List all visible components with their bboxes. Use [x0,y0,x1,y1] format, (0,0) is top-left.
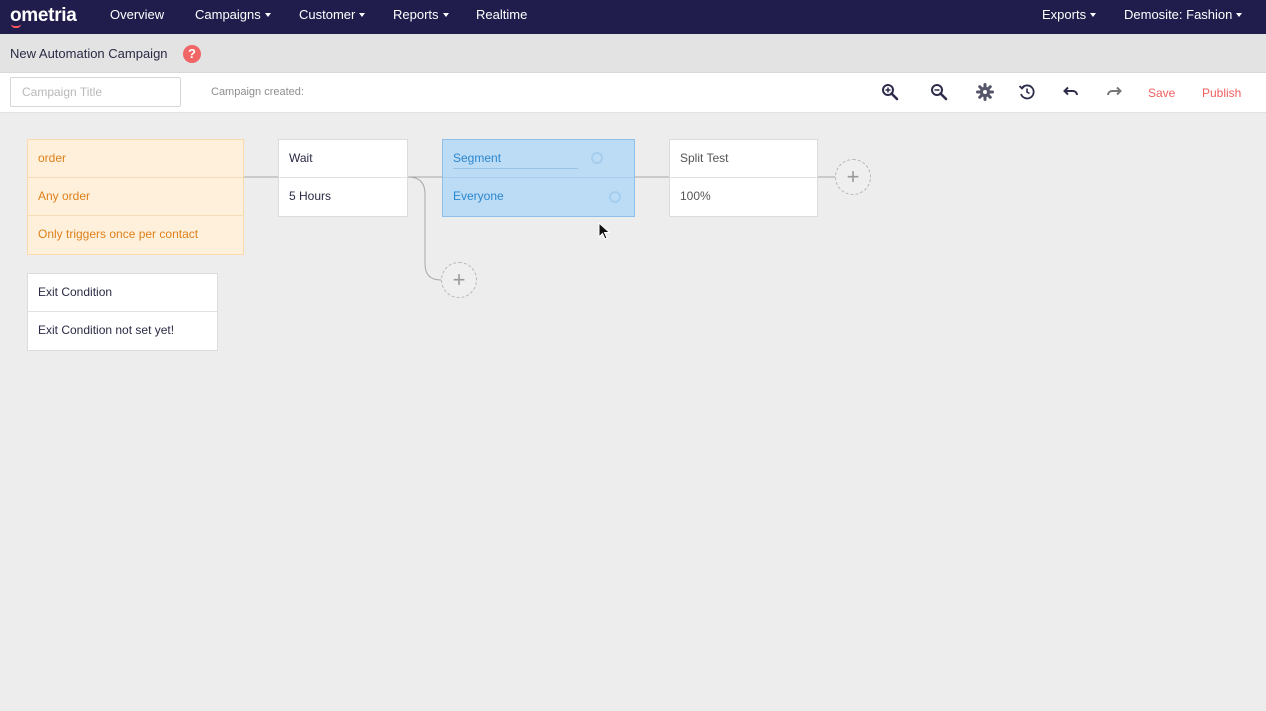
segment-value-row: Everyone [443,178,634,216]
chevron-down-icon [264,13,271,17]
segment-title[interactable]: Segment [453,148,578,170]
campaign-title-input[interactable] [10,77,181,107]
exit-condition-title: Exit Condition [28,274,217,312]
page-title: New Automation Campaign [10,46,168,61]
campaign-created-label: Campaign created: [211,86,304,98]
add-branch-button[interactable]: + [441,262,477,298]
zoom-in-icon[interactable] [881,83,899,101]
refresh-icon[interactable] [591,152,603,164]
undo-icon[interactable] [1062,83,1080,101]
nav-overview[interactable]: Overview [110,0,164,34]
top-navbar: ometria Overview Campaigns Customer Repo… [0,0,1266,34]
history-icon[interactable] [1018,83,1036,101]
exit-condition-node[interactable]: Exit Condition Exit Condition not set ye… [27,273,218,351]
campaign-toolbar: Campaign created: Save Publish [0,73,1266,113]
segment-header: Segment [443,140,634,178]
exit-condition-value: Exit Condition not set yet! [38,323,175,337]
logo-swoosh-icon [11,24,21,28]
chevron-down-icon [1090,13,1097,17]
plus-icon: + [846,164,860,189]
trigger-title: order [28,140,243,178]
save-button[interactable]: Save [1148,86,1175,100]
chevron-down-icon [359,13,366,17]
nav-customer[interactable]: Customer [299,0,366,34]
nav-site-selector[interactable]: Demosite: Fashion [1124,0,1243,34]
trigger-node[interactable]: order Any order Only triggers once per c… [27,139,244,255]
redo-icon[interactable] [1105,83,1123,101]
wait-node[interactable]: Wait 5 Hours [278,139,408,217]
gear-icon[interactable] [609,191,621,203]
plus-icon: + [452,267,466,292]
chevron-down-icon [1236,13,1243,17]
nav-realtime[interactable]: Realtime [476,0,527,34]
nav-exports-label: Exports [1042,7,1087,22]
nav-realtime-label: Realtime [476,7,528,22]
wait-duration: 5 Hours [289,189,332,203]
publish-button[interactable]: Publish [1202,86,1241,100]
zoom-out-icon[interactable] [930,83,948,101]
gear-icon[interactable] [976,83,994,101]
split-test-percentage: 100% [680,189,711,203]
nav-customer-label: Customer [299,7,356,22]
segment-node[interactable]: Segment Everyone [442,139,635,217]
flow-canvas[interactable]: order Any order Only triggers once per c… [0,114,1266,711]
nav-exports[interactable]: Exports [1042,0,1097,34]
nav-site-label: Demosite: Fashion [1124,7,1233,22]
trigger-order-type: Any order [28,178,243,216]
wait-title: Wait [279,140,407,178]
trigger-frequency: Only triggers once per contact [38,227,199,241]
mouse-cursor-icon [598,222,611,240]
split-test-title: Split Test [670,140,817,178]
segment-value: Everyone [453,189,504,203]
nav-campaigns-label: Campaigns [195,7,261,22]
nav-overview-label: Overview [110,7,165,22]
help-icon[interactable]: ? [183,45,201,63]
nav-campaigns[interactable]: Campaigns [195,0,271,34]
nav-reports-label: Reports [393,7,439,22]
nav-reports[interactable]: Reports [393,0,449,34]
add-step-button[interactable]: + [835,159,871,195]
split-test-node[interactable]: Split Test 100% [669,139,818,217]
chevron-down-icon [442,13,449,17]
